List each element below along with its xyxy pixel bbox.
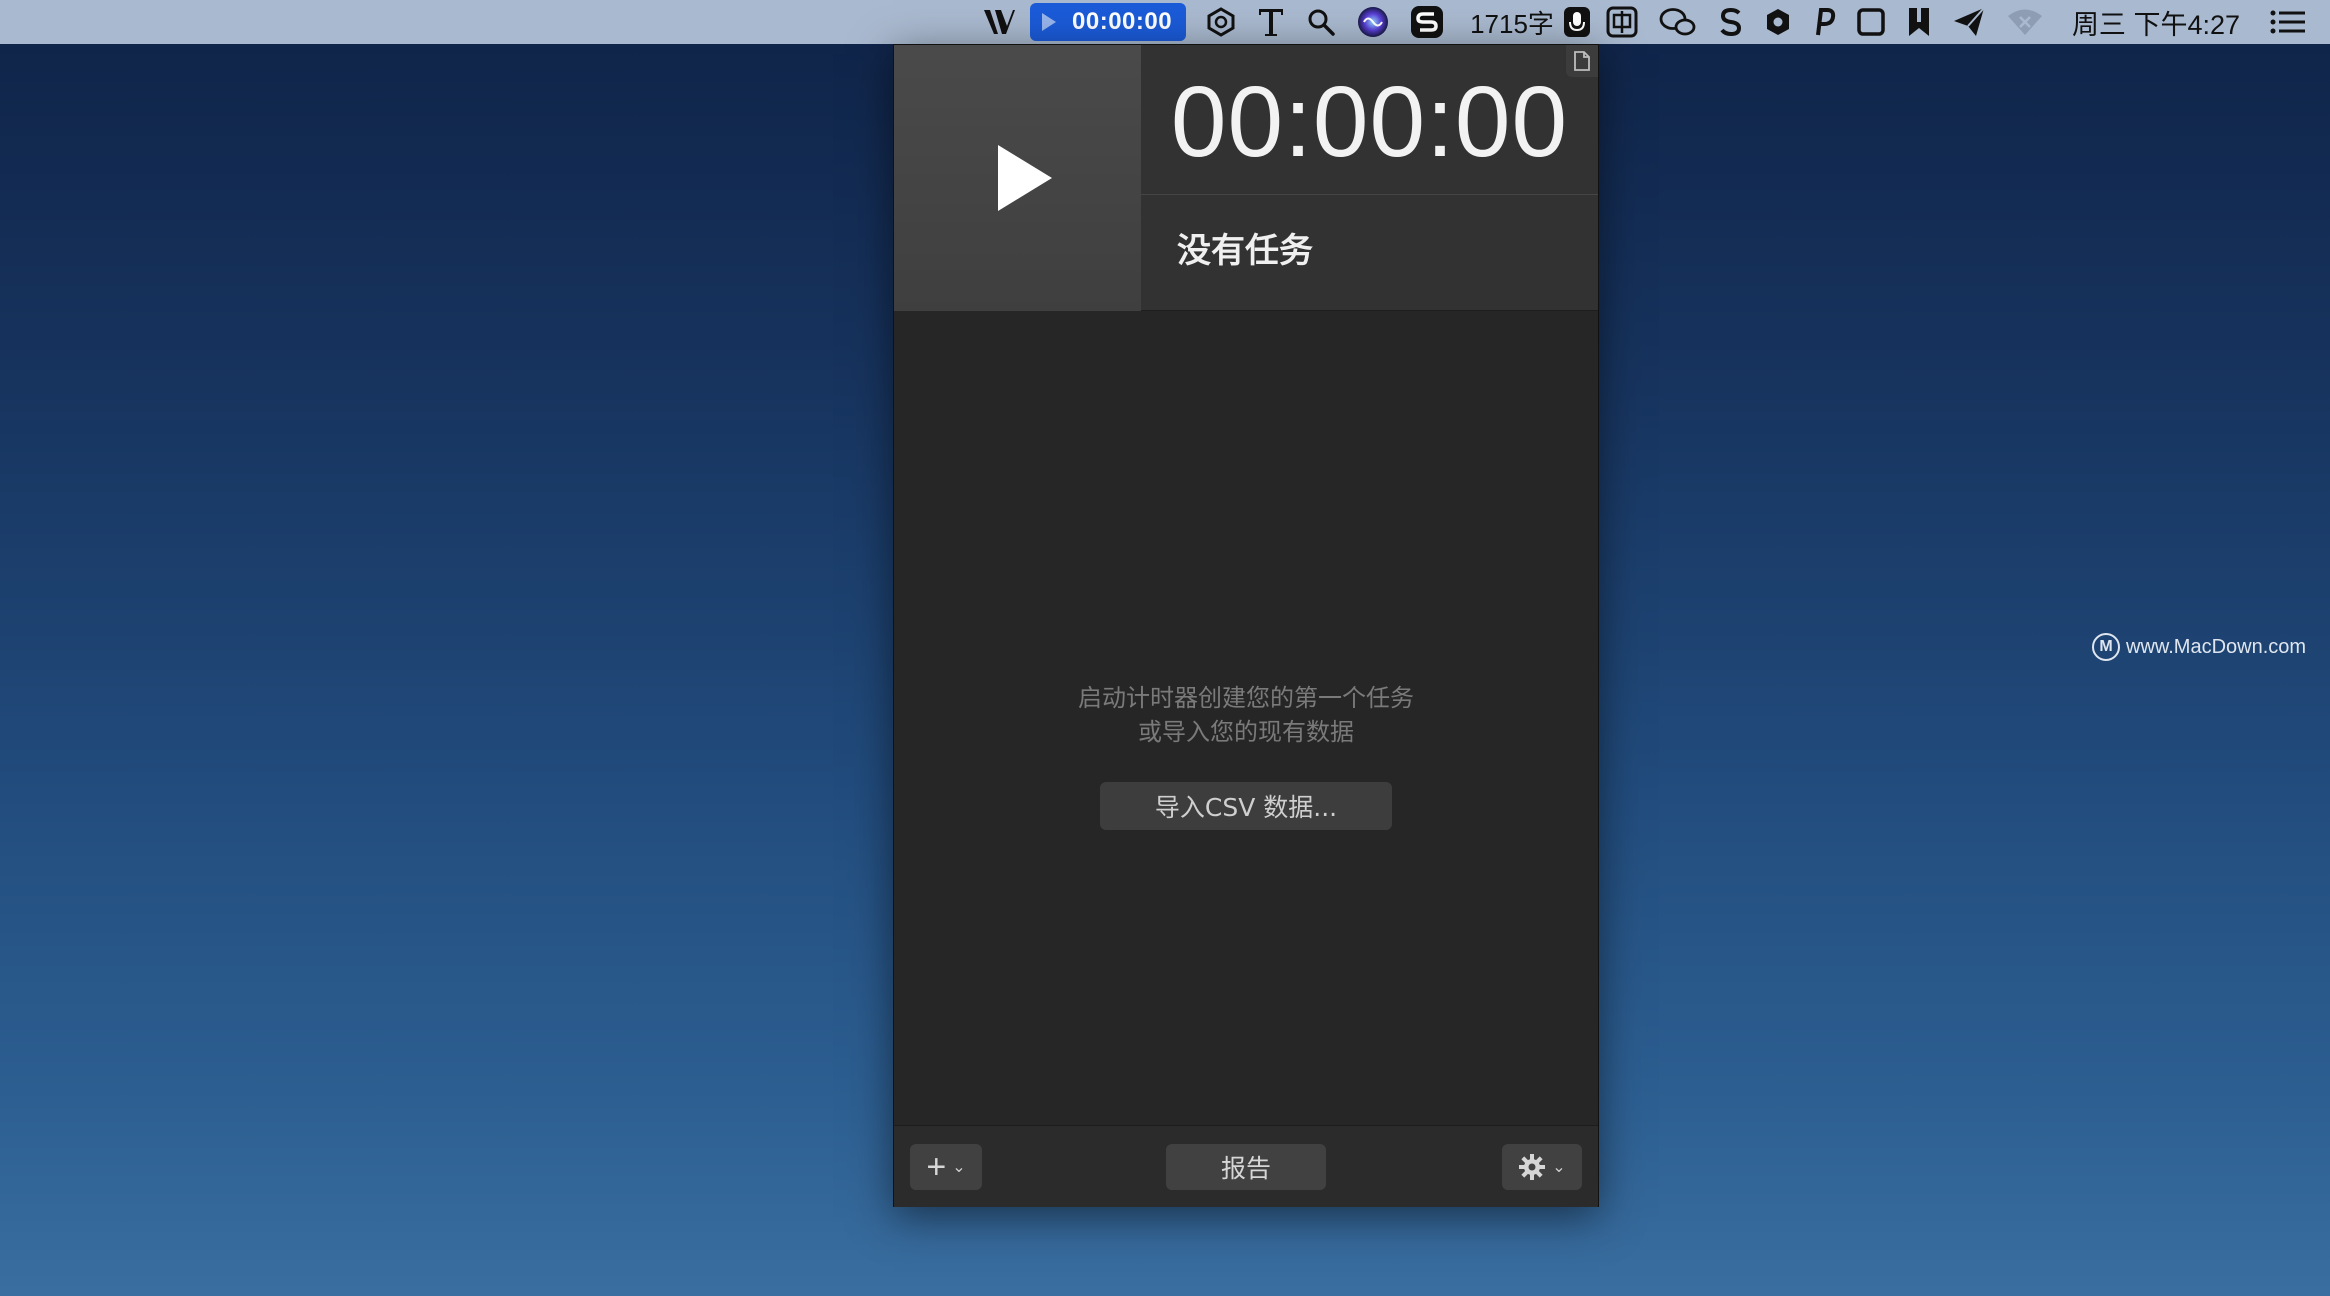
watermark: M www.MacDown.com [2092, 633, 2306, 661]
shield-badge-icon[interactable] [1206, 0, 1236, 44]
bookmark-icon[interactable] [1906, 0, 1932, 44]
timer-header: 00:00:00 没有任务 [894, 45, 1598, 311]
watermark-text: www.MacDown.com [2126, 635, 2307, 658]
text-t-icon[interactable] [1256, 0, 1286, 44]
document-icon [1574, 51, 1590, 71]
timer-popover: 00:00:00 没有任务 启动计时器创建您的第一个任务 或导入您的现有数据 导… [893, 44, 1599, 1207]
paper-plane-icon[interactable] [1952, 0, 1986, 44]
import-csv-button[interactable]: 导入CSV 数据... [1100, 782, 1392, 830]
list-icon[interactable] [2270, 0, 2306, 44]
empty-state-message: 启动计时器创建您的第一个任务 或导入您的现有数据 [894, 681, 1598, 749]
chevron-down-icon: ⌄ [1552, 1159, 1566, 1176]
s-logo-icon[interactable] [1410, 0, 1444, 44]
menubar-timer-text: 00:00:00 [1072, 8, 1173, 35]
play-button[interactable] [894, 45, 1141, 311]
search-icon[interactable] [1306, 0, 1336, 44]
s-letter-icon[interactable] [1718, 0, 1744, 44]
settings-button[interactable]: ⌄ [1502, 1144, 1582, 1190]
macdown-logo-icon: M [2092, 633, 2120, 661]
task-name[interactable]: 没有任务 [1177, 223, 1313, 272]
detach-button[interactable] [1566, 45, 1598, 77]
chevron-down-icon: ⌄ [952, 1159, 966, 1176]
add-task-button[interactable]: + ⌄ [910, 1144, 982, 1190]
report-button[interactable]: 报告 [1166, 1144, 1326, 1190]
siri-icon[interactable] [1356, 0, 1390, 44]
bottom-toolbar: + ⌄ 报告 ⌄ [894, 1125, 1598, 1207]
square-icon[interactable] [1856, 0, 1886, 44]
empty-state-line-2: 或导入您的现有数据 [1138, 718, 1354, 746]
menu-bar: 00:00:00 1715字 周三 下午4:27 [0, 0, 2330, 44]
hexagon-icon[interactable] [1764, 0, 1792, 44]
empty-state-line-1: 启动计时器创建您的第一个任务 [1078, 684, 1414, 712]
plus-icon: + [926, 1147, 947, 1186]
p-icon[interactable] [1812, 0, 1836, 44]
menubar-clock[interactable]: 周三 下午4:27 [2072, 0, 2240, 44]
menubar-timer[interactable]: 00:00:00 [1030, 3, 1187, 41]
wechat-icon[interactable] [1658, 0, 1698, 44]
gear-icon [1519, 1154, 1546, 1180]
timer-display: 00:00:00 [1141, 45, 1598, 195]
timer-play-icon [1042, 13, 1057, 31]
word-count[interactable]: 1715字 [1470, 0, 1554, 44]
mic-icon[interactable] [1562, 0, 1592, 44]
app-v-icon[interactable] [982, 0, 1016, 44]
play-icon [997, 145, 1052, 211]
wifi-icon[interactable] [2006, 0, 2044, 44]
input-method-icon[interactable] [1606, 0, 1638, 44]
